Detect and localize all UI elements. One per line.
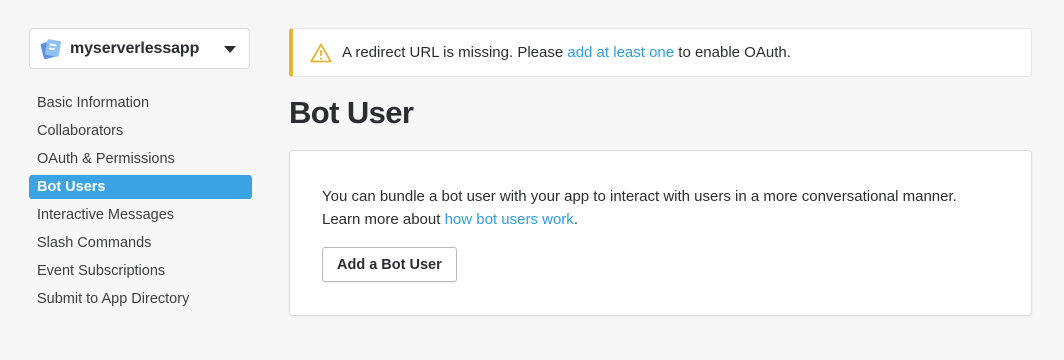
description-line-2: Learn more about how bot users work. <box>322 208 1002 231</box>
alert-message: A redirect URL is missing. Please add at… <box>342 44 791 61</box>
learn-more-prefix: Learn more about <box>322 211 445 228</box>
sidebar-item-slash-commands[interactable]: Slash Commands <box>29 231 252 255</box>
page-title: Bot User <box>289 95 414 130</box>
alert-text-after: to enable OAuth. <box>674 44 791 61</box>
alert-text-before: A redirect URL is missing. Please <box>342 44 568 61</box>
sidebar-item-bot-users[interactable]: Bot Users <box>29 175 252 199</box>
sidebar-nav: Basic Information Collaborators OAuth & … <box>29 91 252 315</box>
sidebar-item-collaborators[interactable]: Collaborators <box>29 119 252 143</box>
warning-icon <box>310 43 332 63</box>
sidebar-item-oauth-permissions[interactable]: OAuth & Permissions <box>29 147 252 171</box>
description-line-1: You can bundle a bot user with your app … <box>322 188 957 205</box>
add-bot-user-button[interactable]: Add a Bot User <box>322 247 457 282</box>
sidebar-item-basic-information[interactable]: Basic Information <box>29 91 252 115</box>
sidebar-item-interactive-messages[interactable]: Interactive Messages <box>29 203 252 227</box>
sidebar-item-event-subscriptions[interactable]: Event Subscriptions <box>29 259 252 283</box>
chevron-down-icon <box>224 46 236 53</box>
bot-user-card: You can bundle a bot user with your app … <box>289 150 1032 316</box>
app-icon <box>40 39 61 60</box>
bot-user-description: You can bundle a bot user with your app … <box>322 185 1002 231</box>
app-name: myserverlessapp <box>70 40 200 57</box>
how-bot-users-work-link[interactable]: how bot users work <box>445 211 574 228</box>
sidebar-item-submit-to-app-directory[interactable]: Submit to App Directory <box>29 287 252 311</box>
app-selector[interactable]: myserverlessapp <box>29 28 250 69</box>
learn-more-suffix: . <box>573 211 578 228</box>
redirect-url-alert: A redirect URL is missing. Please add at… <box>289 28 1032 77</box>
add-redirect-url-link[interactable]: add at least one <box>567 44 674 61</box>
